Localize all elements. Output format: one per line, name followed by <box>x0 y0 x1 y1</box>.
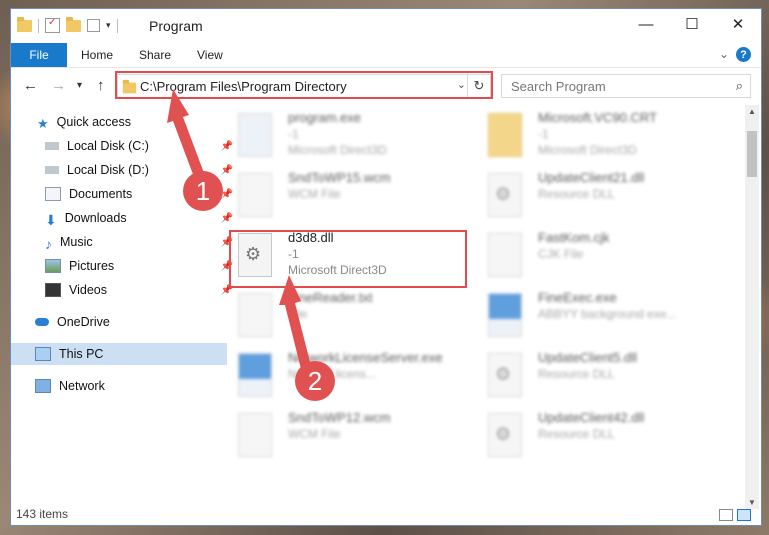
explorer-window: ✓ ▾ Program — ☐ ✕ File Home Share View ⌄… <box>10 8 762 526</box>
arrow-2 <box>279 275 311 369</box>
callout-one: 1 <box>183 171 223 211</box>
annotation-arrows <box>167 89 311 369</box>
callout-two: 2 <box>295 361 335 401</box>
